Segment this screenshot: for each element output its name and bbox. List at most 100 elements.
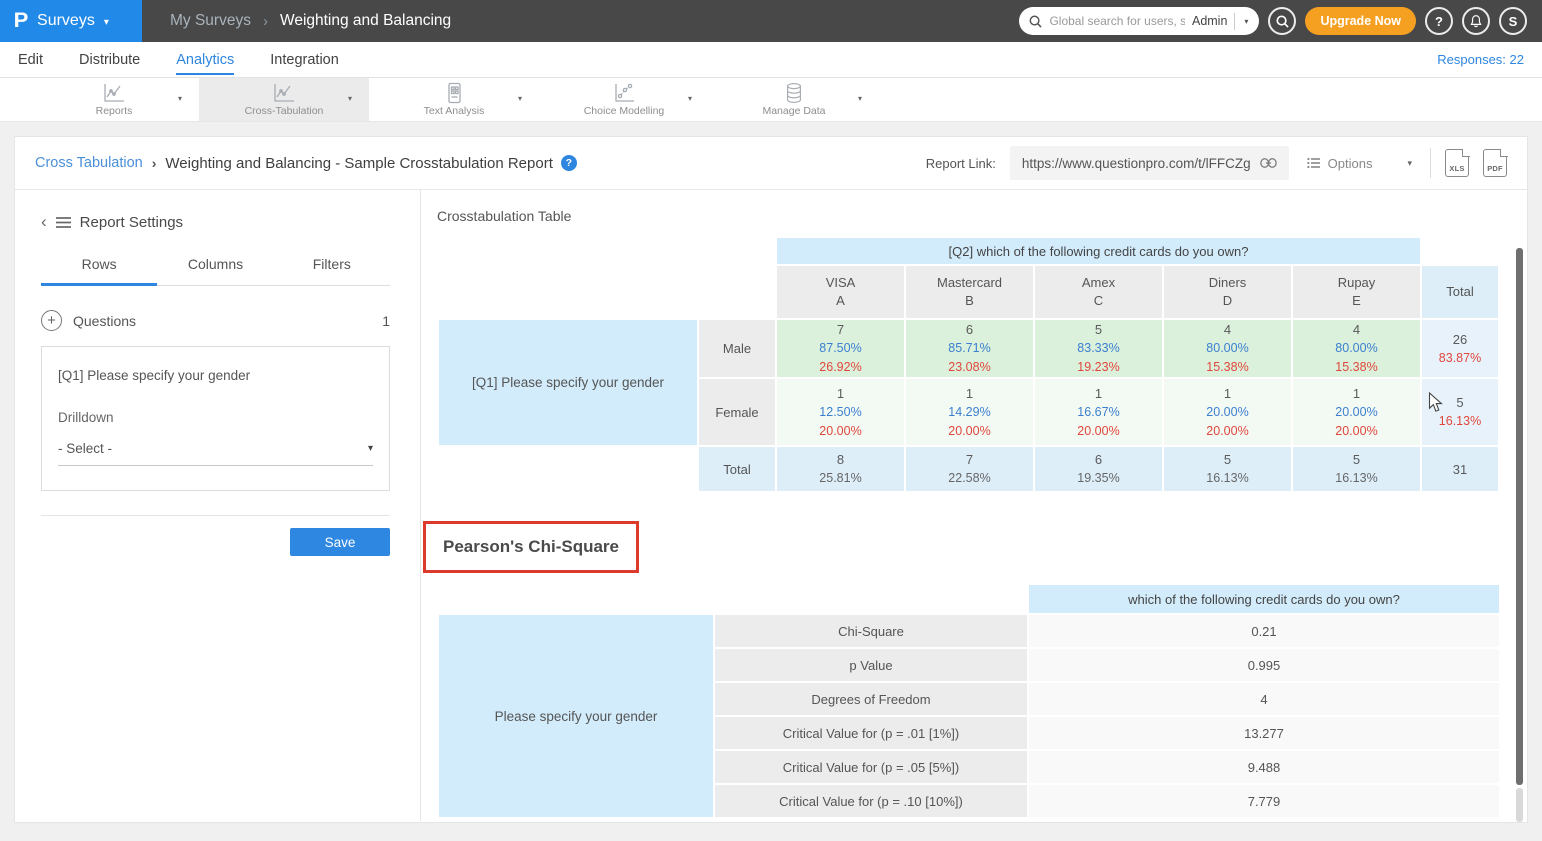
global-search[interactable]: Admin ▾ (1019, 7, 1259, 35)
question-item[interactable]: [Q1] Please specify your gender Drilldow… (41, 346, 390, 491)
cell-row-pct: 20.00% (1035, 422, 1162, 441)
options-label: Options (1328, 156, 1373, 171)
cell-count: 1 (906, 384, 1033, 403)
tool-label: Choice Modelling (584, 105, 665, 117)
cell-col-pct: 87.50% (777, 339, 904, 358)
save-label: Save (325, 535, 356, 550)
options-button[interactable]: Options ▾ (1303, 156, 1416, 171)
tool-text-analysis[interactable]: Text Analysis ▾ (369, 78, 539, 121)
row-question-cell: [Q1] Please specify your gender (439, 320, 697, 445)
collapse-panel-icon[interactable]: ‹ (41, 212, 47, 232)
search-input[interactable] (1049, 14, 1185, 28)
help-button[interactable]: ? (1425, 7, 1453, 35)
tool-manage-data[interactable]: Manage Data ▾ (709, 78, 879, 121)
avatar[interactable]: S (1499, 7, 1527, 35)
divider (1430, 148, 1431, 178)
report-url-text[interactable]: https://www.questionpro.com/t/lFFCZg (1022, 156, 1251, 171)
column-header-amex: Amex C (1035, 266, 1162, 318)
cell-count: 4 (1164, 320, 1291, 339)
breadcrumb-my-surveys[interactable]: My Surveys (170, 12, 251, 30)
tab-analytics[interactable]: Analytics (176, 45, 234, 75)
cell-pct: 25.81% (777, 469, 904, 488)
cell-row-pct: 16.13% (1422, 412, 1498, 431)
chi-label: Degrees of Freedom (715, 683, 1027, 715)
chi-square-table: which of the following credit cards do y… (437, 583, 1501, 819)
cell-row-pct: 20.00% (1293, 422, 1420, 441)
upgrade-now-button[interactable]: Upgrade Now (1305, 7, 1416, 35)
chevron-down-icon[interactable]: ▾ (688, 94, 692, 103)
row-label-total: Total (699, 447, 775, 491)
column-name: Amex (1035, 274, 1162, 292)
cell-total-diners: 5 16.13% (1164, 447, 1291, 491)
product-switcher[interactable]: P Surveys ▾ (0, 0, 142, 42)
search-scope-label[interactable]: Admin (1192, 14, 1227, 28)
chevron-down-icon[interactable]: ▾ (858, 94, 862, 103)
section-title: Crosstabulation Table (437, 208, 1527, 224)
tool-choice-modelling[interactable]: Choice Modelling ▾ (539, 78, 709, 121)
save-button[interactable]: Save (290, 528, 390, 556)
tab-distribute[interactable]: Distribute (79, 45, 140, 75)
column-header-diners: Diners D (1164, 266, 1291, 318)
export-pdf-button[interactable]: PDF (1483, 149, 1507, 177)
chi-label: Chi-Square (715, 615, 1027, 647)
add-question-button[interactable]: + (41, 310, 62, 331)
cell-count: 4 (1293, 320, 1420, 339)
cell-grand-total: 31 (1422, 447, 1498, 491)
export-xls-button[interactable]: XLS (1445, 149, 1469, 177)
tab-integration[interactable]: Integration (270, 45, 339, 75)
tab-columns[interactable]: Columns (157, 256, 273, 286)
chi-label: Critical Value for (p = .05 [5%]) (715, 751, 1027, 783)
chevron-down-icon: ▾ (1407, 158, 1412, 169)
cell-row-pct: 20.00% (1164, 422, 1291, 441)
chevron-down-icon[interactable]: ▾ (348, 94, 352, 103)
product-label: Surveys (37, 12, 95, 30)
chi-value: 4 (1029, 683, 1499, 715)
report-url[interactable]: https://www.questionpro.com/t/lFFCZg (1010, 146, 1289, 180)
drilldown-label: Drilldown (58, 410, 373, 425)
vertical-scrollbar-thumb[interactable] (1516, 248, 1523, 785)
cell-col-pct: 12.50% (777, 403, 904, 422)
drilldown-select[interactable]: - Select - ▾ (58, 441, 373, 466)
search-button[interactable] (1268, 7, 1296, 35)
cell-col-pct: 20.00% (1293, 403, 1420, 422)
tab-rows[interactable]: Rows (41, 256, 157, 286)
notifications-button[interactable] (1462, 7, 1490, 35)
tab-edit[interactable]: Edit (18, 45, 43, 75)
breadcrumb: My Surveys › Weighting and Balancing (142, 0, 451, 42)
cell-female-diners: 1 20.00% 20.00% (1164, 379, 1291, 445)
cell-total-mastercard: 7 22.58% (906, 447, 1033, 491)
column-header-rupay: Rupay E (1293, 266, 1420, 318)
cell-male-rupay: 4 80.00% 15.38% (1293, 320, 1420, 377)
chi-label: Critical Value for (p = .01 [1%]) (715, 717, 1027, 749)
question-text: [Q1] Please specify your gender (58, 368, 373, 383)
report-header-actions: Report Link: https://www.questionpro.com… (926, 146, 1507, 180)
chevron-down-icon[interactable]: ▾ (1242, 17, 1250, 26)
cell-count: 7 (906, 450, 1033, 469)
chevron-down-icon[interactable]: ▾ (518, 94, 522, 103)
cell-count: 5 (1293, 450, 1420, 469)
survey-nav: Edit Distribute Analytics Integration Re… (0, 42, 1542, 78)
cell-male-amex: 5 83.33% 19.23% (1035, 320, 1162, 377)
responses-count[interactable]: Responses: 22 (1437, 52, 1524, 67)
cell-row-pct: 83.87% (1422, 349, 1498, 368)
tool-reports[interactable]: Reports ▾ (29, 78, 199, 121)
tab-filters[interactable]: Filters (274, 256, 390, 286)
cell-pct: 16.13% (1164, 469, 1291, 488)
chi-row-header: Please specify your gender (439, 615, 713, 817)
cell-male-visa: 7 87.50% 26.92% (777, 320, 904, 377)
hamburger-icon[interactable] (56, 217, 71, 228)
tool-cross-tabulation[interactable]: Cross-Tabulation ▾ (199, 78, 369, 121)
chevron-down-icon[interactable]: ▾ (178, 94, 182, 103)
link-icon (1260, 157, 1277, 169)
column-name: Diners (1164, 274, 1291, 292)
chi-label: Critical Value for (p = .10 [10%]) (715, 785, 1027, 817)
cell-male-mastercard: 6 85.71% 23.08% (906, 320, 1033, 377)
chevron-down-icon: ▾ (104, 17, 109, 28)
cell-row-pct: 26.92% (777, 358, 904, 377)
chi-value: 9.488 (1029, 751, 1499, 783)
chi-value: 0.21 (1029, 615, 1499, 647)
breadcrumb-separator: › (152, 155, 157, 171)
vertical-scrollbar-track[interactable] (1516, 788, 1523, 822)
cross-tabulation-link[interactable]: Cross Tabulation (35, 155, 143, 171)
help-icon[interactable]: ? (561, 155, 577, 171)
